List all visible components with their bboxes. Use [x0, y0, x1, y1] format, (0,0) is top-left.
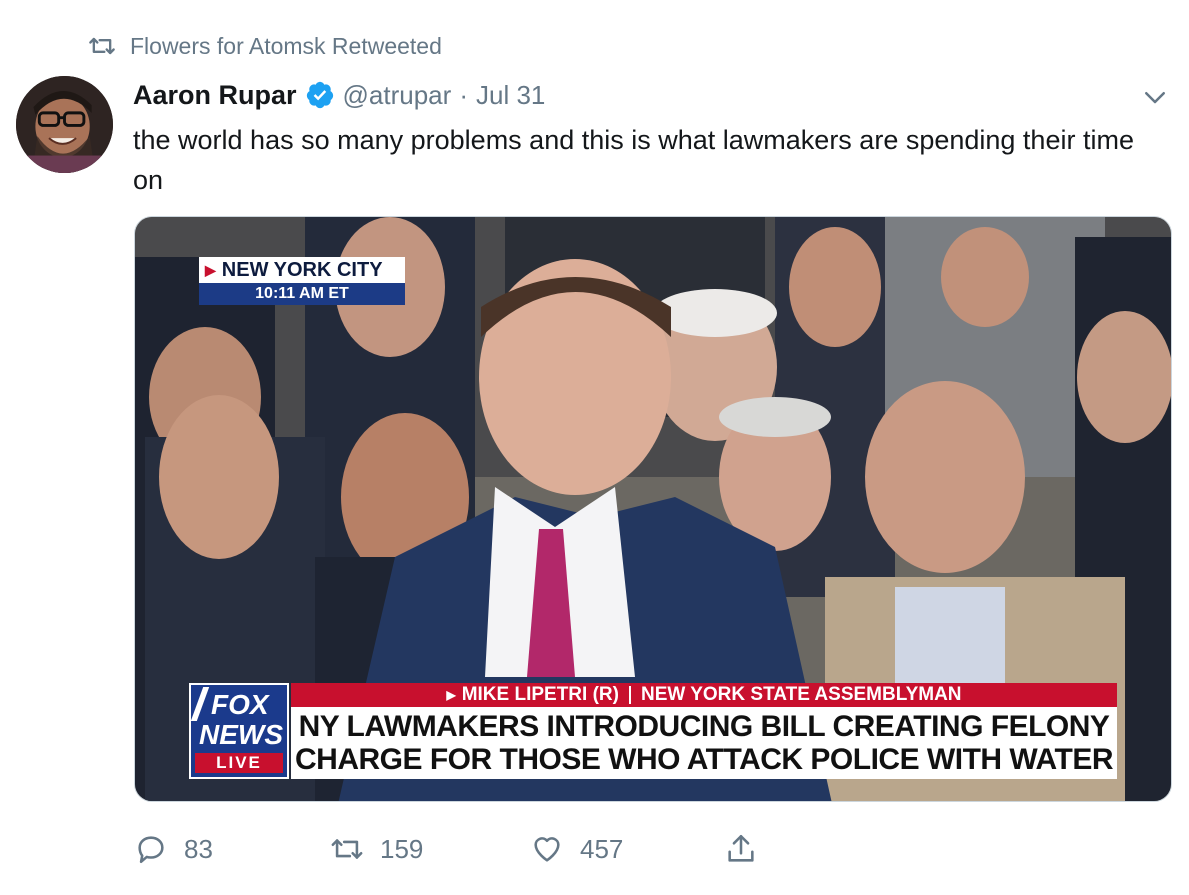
separator-dot: ·	[459, 80, 468, 110]
chyron-headline: NY LAWMAKERS INTRODUCING BILL CREATING F…	[291, 707, 1117, 779]
like-button[interactable]: 457	[530, 832, 623, 866]
reply-icon	[138, 836, 164, 864]
tweet-card[interactable]: Flowers for Atomsk Retweeted Aaron Rupar…	[0, 0, 1189, 895]
reply-button[interactable]: 83	[134, 832, 213, 866]
play-triangle-icon: ▶	[446, 688, 456, 702]
verified-badge-icon	[306, 81, 333, 109]
location-city: ▶ NEW YORK CITY	[199, 257, 405, 283]
live-badge: LIVE	[195, 753, 283, 773]
chyron-title: NEW YORK STATE ASSEMBLYMAN	[640, 684, 962, 705]
news-chyron: FOX NEWS LIVE ▶ MIKE LIPETRI (R) NEW YOR…	[189, 683, 1117, 779]
reply-count: 83	[184, 833, 213, 864]
chyron-headline-line2: CHARGE FOR THOSE WHO ATTACK POLICE WITH …	[295, 743, 1114, 776]
chevron-down-icon[interactable]	[1140, 82, 1170, 112]
location-time: 10:11 AM ET	[199, 283, 405, 305]
fox-news-logo: FOX NEWS LIVE	[189, 683, 289, 779]
author-handle[interactable]: @atrupar	[343, 78, 452, 112]
tweet-media-video[interactable]: ▶ NEW YORK CITY 10:11 AM ET FOX NEWS LIV…	[134, 216, 1172, 802]
heart-icon	[534, 837, 560, 862]
retweet-button[interactable]: 159	[330, 832, 423, 866]
tweet-actions: 83 159 457	[134, 832, 774, 872]
tweet-header: Aaron Rupar @atrupar · Jul 31	[133, 78, 545, 112]
retweet-icon	[89, 37, 115, 55]
logo-fox: FOX	[211, 689, 269, 720]
retweet-count: 159	[380, 833, 424, 864]
share-button[interactable]	[724, 832, 758, 866]
author-name[interactable]: Aaron Rupar	[133, 78, 297, 112]
avatar[interactable]	[16, 76, 113, 173]
play-triangle-icon: ▶	[205, 262, 216, 278]
like-count: 457	[580, 833, 624, 864]
tweet-text: the world has so many problems and this …	[133, 125, 1134, 195]
chyron-speaker-bar: ▶ MIKE LIPETRI (R) NEW YORK STATE ASSEMB…	[291, 683, 1117, 707]
share-icon	[728, 834, 754, 862]
tweet-date[interactable]: Jul 31	[476, 78, 545, 112]
logo-slash	[190, 687, 210, 721]
chyron-headline-line1: NY LAWMAKERS INTRODUCING BILL CREATING F…	[298, 710, 1110, 743]
logo-news: NEWS	[199, 719, 283, 750]
social-context-text[interactable]: Flowers for Atomsk Retweeted	[130, 33, 442, 60]
location-city-label: NEW YORK CITY	[221, 259, 383, 281]
chyron-divider	[628, 686, 631, 704]
social-context: Flowers for Atomsk Retweeted	[88, 32, 442, 60]
chyron-speaker: MIKE LIPETRI (R)	[461, 684, 619, 705]
retweet-icon	[331, 839, 363, 859]
location-box: ▶ NEW YORK CITY 10:11 AM ET	[199, 257, 405, 305]
